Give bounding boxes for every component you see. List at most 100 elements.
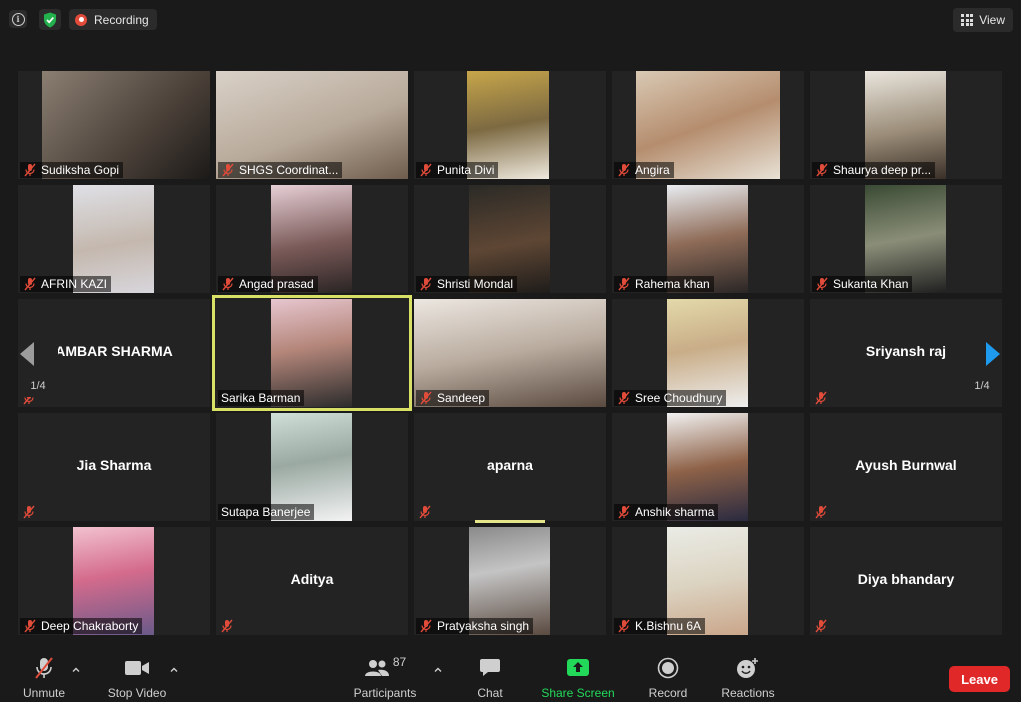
participant-tile[interactable]: Sutapa Banerjee	[216, 413, 408, 521]
chat-button[interactable]: Chat	[472, 654, 508, 700]
reactions-button[interactable]: Reactions	[720, 654, 776, 700]
participant-name-label: Sukanta Khan	[812, 276, 913, 292]
participant-tile[interactable]: Sandeep	[414, 299, 606, 407]
microphone-muted-icon	[23, 277, 37, 291]
info-icon[interactable]: i	[9, 10, 27, 28]
participant-name: Sree Choudhury	[635, 391, 723, 405]
unmute-button[interactable]: Unmute	[20, 654, 68, 700]
participants-button[interactable]: 87 Participants	[352, 654, 418, 701]
participant-name: Shristi Mondal	[437, 277, 514, 291]
microphone-muted-icon	[23, 163, 37, 177]
reactions-label: Reactions	[721, 686, 775, 700]
participant-tile[interactable]: Sudiksha Gopi	[18, 71, 210, 179]
participant-name: Sarika Barman	[221, 391, 301, 405]
microphone-muted-icon	[220, 619, 234, 633]
participant-name-label: K.Bishnu 6A	[614, 618, 706, 634]
participant-name: Rahema khan	[635, 277, 710, 291]
participant-name-label: Sree Choudhury	[614, 390, 727, 406]
participant-name: Angad prasad	[239, 277, 314, 291]
participant-tile[interactable]: K.Bishnu 6A	[612, 527, 804, 635]
microphone-muted-icon	[617, 391, 631, 405]
participants-label: Participants	[353, 686, 417, 700]
participant-name: Sutapa Banerjee	[221, 505, 311, 519]
smiley-plus-icon	[736, 654, 760, 681]
stop-video-button[interactable]: Stop Video	[105, 654, 169, 700]
share-screen-button[interactable]: Share Screen	[541, 654, 615, 700]
recording-label: Recording	[94, 12, 149, 27]
participant-tile[interactable]: Ayush Burnwal	[810, 413, 1002, 521]
participant-tile[interactable]: Angad prasad	[216, 185, 408, 293]
participant-name-label: Angira	[614, 162, 674, 178]
chevron-up-icon[interactable]	[434, 666, 442, 674]
view-label: View	[979, 13, 1005, 27]
next-page-button[interactable]: 1/4	[962, 309, 1002, 397]
participant-tile[interactable]: aparna	[414, 413, 606, 521]
participant-name-label: AFRIN KAZI	[20, 276, 112, 292]
page-indicator-right: 1/4	[974, 380, 990, 392]
unmute-label: Unmute	[22, 686, 66, 700]
participant-name: K.Bishnu 6A	[635, 619, 702, 633]
participant-name-label: Shaurya deep pr...	[812, 162, 936, 178]
participant-tile[interactable]: Anshik sharma	[612, 413, 804, 521]
meeting-top-bar: i Recording View	[0, 0, 1021, 40]
share-screen-icon	[566, 654, 590, 681]
microphone-muted-icon	[814, 619, 828, 633]
microphone-muted-icon	[419, 391, 433, 405]
microphone-muted-icon	[814, 505, 828, 519]
microphone-muted-icon	[221, 163, 235, 177]
participant-name: Angira	[635, 163, 670, 177]
participant-name-label: Sudiksha Gopi	[20, 162, 124, 178]
microphone-muted-icon	[814, 391, 828, 405]
record-button[interactable]: Record	[646, 654, 690, 700]
participant-tile[interactable]: Deep Chakraborty	[18, 527, 210, 635]
participant-name: Pratyaksha singh	[437, 619, 530, 633]
arrow-right-icon	[986, 342, 1000, 366]
participant-tile[interactable]: Pratyaksha singh	[414, 527, 606, 635]
record-icon	[75, 13, 87, 26]
arrow-left-icon	[20, 342, 34, 366]
shield-check-icon[interactable]	[39, 9, 61, 30]
microphone-muted-icon	[32, 654, 56, 681]
recording-indicator[interactable]: Recording	[69, 9, 157, 30]
speaking-indicator	[475, 520, 545, 523]
share-screen-label: Share Screen	[541, 686, 615, 700]
participants-icon	[364, 659, 389, 676]
participant-name-label: Sarika Barman	[218, 390, 305, 406]
microphone-muted-icon	[22, 505, 36, 519]
participant-tile[interactable]: Sarika Barman	[212, 295, 412, 411]
participant-name: aparna	[487, 457, 533, 473]
participant-name: Anshik sharma	[635, 505, 715, 519]
participants-icon-wrap: 87	[364, 654, 406, 681]
meeting-controls: Unmute Stop Video 87 Participants Chat S…	[0, 648, 1021, 702]
participant-tile[interactable]: Sree Choudhury	[612, 299, 804, 407]
participant-tile[interactable]: Jia Sharma	[18, 413, 210, 521]
participant-tile[interactable]: AFRIN KAZI	[18, 185, 210, 293]
participant-tile[interactable]: SHGS Coordinat...	[216, 71, 408, 179]
leave-button[interactable]: Leave	[949, 666, 1010, 692]
microphone-muted-icon	[23, 619, 37, 633]
participant-tile[interactable]: Punita Divi	[414, 71, 606, 179]
microphone-muted-icon	[419, 163, 433, 177]
view-button[interactable]: View	[953, 8, 1013, 32]
participant-tile[interactable]: Diya bhandary	[810, 527, 1002, 635]
participant-tile[interactable]: Rahema khan	[612, 185, 804, 293]
participant-tile[interactable]: Shristi Mondal	[414, 185, 606, 293]
participant-name: Shaurya deep pr...	[833, 163, 932, 177]
participant-name: AFRIN KAZI	[41, 277, 108, 291]
participant-name-label: Rahema khan	[614, 276, 714, 292]
microphone-muted-icon	[617, 163, 631, 177]
chevron-up-icon[interactable]	[72, 666, 80, 674]
participant-tile[interactable]: Sukanta Khan	[810, 185, 1002, 293]
participant-name: Sukanta Khan	[833, 277, 909, 291]
microphone-muted-icon	[815, 163, 829, 177]
page-indicator-left: 1/4	[30, 380, 46, 392]
previous-page-button[interactable]: 1/4	[18, 309, 58, 397]
participant-name: Jia Sharma	[76, 457, 152, 473]
microphone-muted-icon	[418, 505, 432, 519]
participant-tile[interactable]: Aditya	[216, 527, 408, 635]
participant-tile[interactable]: Shaurya deep pr...	[810, 71, 1002, 179]
microphone-muted-icon	[419, 619, 433, 633]
chevron-up-icon[interactable]	[170, 666, 178, 674]
participant-tile[interactable]: Angira	[612, 71, 804, 179]
stop-video-label: Stop Video	[107, 686, 167, 700]
